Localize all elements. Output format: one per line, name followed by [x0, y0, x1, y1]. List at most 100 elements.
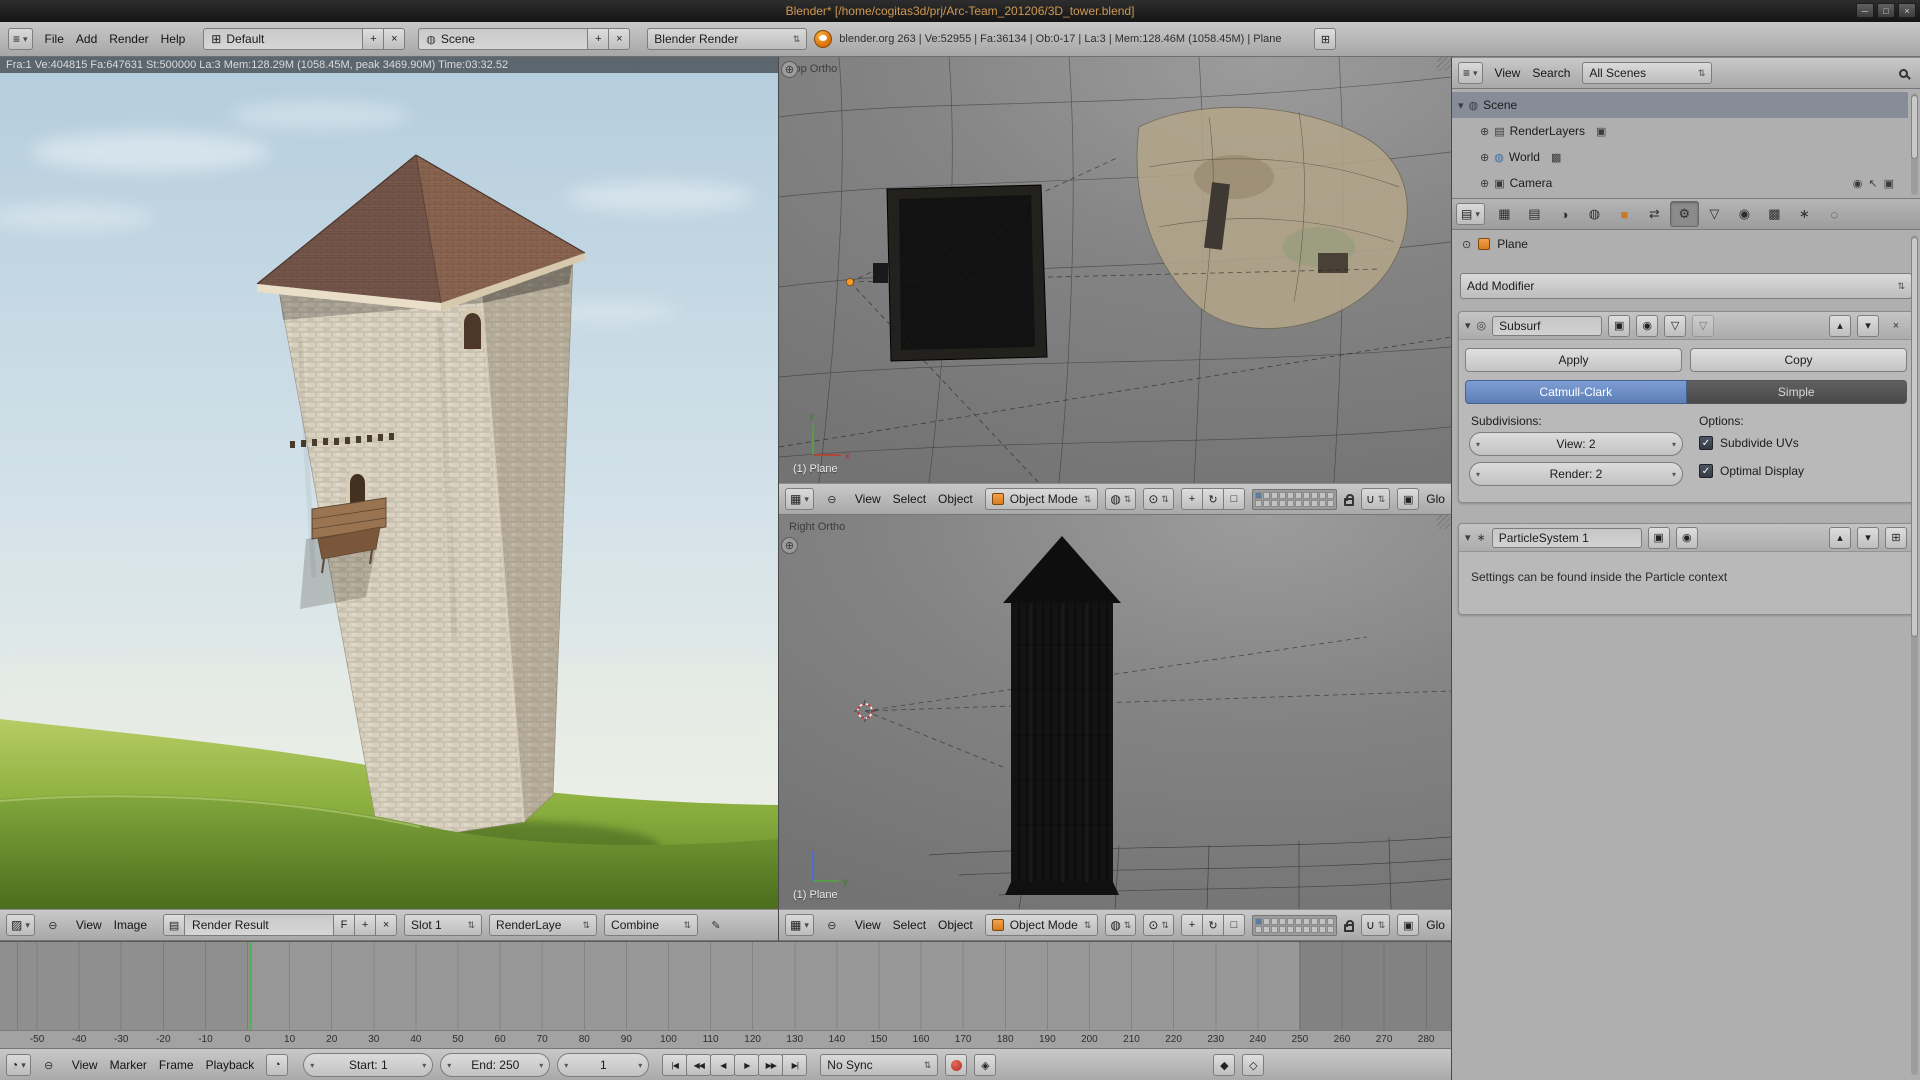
- cage-display-icon[interactable]: ▽: [1692, 315, 1714, 337]
- render-engine-dropdown[interactable]: Blender Render ⇅: [647, 28, 807, 50]
- optimal-display-option[interactable]: ✓ Optimal Display: [1699, 464, 1804, 478]
- move-modifier-up-icon[interactable]: ▴: [1829, 315, 1851, 337]
- info-menu-item[interactable]: File: [40, 30, 69, 48]
- sync-dropdown[interactable]: No Sync ⇅: [820, 1054, 938, 1076]
- particle-name-field[interactable]: ParticleSystem 1: [1492, 528, 1642, 548]
- delete-keyframe-icon[interactable]: ◇: [1242, 1054, 1264, 1076]
- properties-editor-type-button[interactable]: ▤ ▾: [1456, 203, 1485, 225]
- render-pass-dropdown[interactable]: Combine ⇅: [604, 914, 698, 936]
- snap-dropdown[interactable]: ∪ ⇅: [1361, 914, 1390, 936]
- outliner-item-renderlayers[interactable]: ⊕ ▤ RenderLayers ▣: [1452, 118, 1908, 144]
- snap-dropdown[interactable]: ∪ ⇅: [1361, 488, 1390, 510]
- slot-dropdown[interactable]: Slot 1 ⇅: [404, 914, 482, 936]
- subdivide-uvs-checkbox[interactable]: ✓: [1699, 436, 1713, 450]
- modifier-name-field[interactable]: Subsurf: [1492, 316, 1602, 336]
- area-corner-handle[interactable]: [1437, 515, 1451, 529]
- disclosure-icon[interactable]: ▾: [1458, 99, 1464, 112]
- minimize-button[interactable]: ─: [1856, 3, 1874, 18]
- add-scene-button[interactable]: +: [587, 28, 609, 50]
- current-frame-field[interactable]: ▾ 1 ▾: [557, 1053, 649, 1077]
- simple-toggle[interactable]: Simple: [1687, 380, 1908, 404]
- tab-render-icon[interactable]: ▦: [1490, 201, 1519, 227]
- viewport-editor-type-button[interactable]: ▦ ▾: [785, 488, 814, 510]
- image-icon[interactable]: ▣: [1596, 125, 1606, 138]
- expand-icon[interactable]: ▾: [1465, 531, 1471, 544]
- timeline-menu-item[interactable]: Playback: [201, 1056, 260, 1074]
- playback-button[interactable]: ▶|: [782, 1054, 807, 1076]
- manipulator-rotate-icon[interactable]: ↻: [1202, 914, 1224, 936]
- expand-icon[interactable]: ▾: [1465, 319, 1471, 332]
- viewport-canvas-top[interactable]: y x Top Ortho (1) Plane ⊕: [779, 57, 1451, 483]
- pin-icon[interactable]: ⊙: [1462, 238, 1471, 251]
- outliner-scrollbar[interactable]: [1911, 93, 1918, 195]
- delete-scene-button[interactable]: ×: [608, 28, 630, 50]
- fake-user-button[interactable]: F: [333, 914, 355, 936]
- viewport-menu-item[interactable]: Object: [933, 490, 978, 508]
- toolbar-expand-icon[interactable]: ⊕: [781, 537, 798, 554]
- shading-dropdown[interactable]: ◍ ⇅: [1105, 914, 1136, 936]
- delete-modifier-icon[interactable]: ×: [1885, 315, 1907, 337]
- window-layout-icon[interactable]: ⊞: [1314, 28, 1336, 50]
- viewport-visibility-icon[interactable]: ◉: [1636, 315, 1658, 337]
- autokey-record-button[interactable]: [945, 1054, 967, 1076]
- subdivide-uvs-option[interactable]: ✓ Subdivide UVs: [1699, 436, 1799, 450]
- screen-layout-selector[interactable]: ⊞ Default: [203, 28, 363, 50]
- tab-texture-icon[interactable]: ▩: [1760, 201, 1789, 227]
- collapse-menus-icon[interactable]: ⊖: [38, 1054, 60, 1076]
- tab-material-icon[interactable]: ◉: [1730, 201, 1759, 227]
- info-menu-item[interactable]: Help: [156, 30, 191, 48]
- playback-button[interactable]: |◀: [662, 1054, 687, 1076]
- unlink-image-button[interactable]: ×: [375, 914, 397, 936]
- toolbar-expand-icon[interactable]: ⊕: [781, 61, 798, 78]
- delete-layout-button[interactable]: ×: [383, 28, 405, 50]
- subsurf-panel-header[interactable]: ▾ ◎ Subsurf ▣ ◉ ▽ ▽ ▴ ▾ ×: [1459, 312, 1913, 340]
- layers-widget[interactable]: [1252, 489, 1337, 510]
- renderability-camera-icon[interactable]: ▣: [1884, 177, 1894, 190]
- tab-object-icon[interactable]: ■: [1610, 201, 1639, 227]
- expand-icon[interactable]: ⊕: [1480, 125, 1489, 138]
- tab-scene-icon[interactable]: ◑: [1550, 201, 1579, 227]
- tab-constraints-icon[interactable]: ⇄: [1640, 201, 1669, 227]
- outliner-menu-item[interactable]: View: [1490, 64, 1526, 82]
- timeline-menu-item[interactable]: Marker: [105, 1056, 152, 1074]
- collapse-menus-icon[interactable]: ⊖: [42, 914, 64, 936]
- new-image-button[interactable]: +: [354, 914, 376, 936]
- tab-physics-icon[interactable]: ◌: [1820, 201, 1849, 227]
- outliner-scope-dropdown[interactable]: All Scenes ⇅: [1582, 62, 1712, 84]
- properties-scrollbar-thumb[interactable]: [1911, 237, 1918, 637]
- manipulator-scale-icon[interactable]: □: [1223, 488, 1245, 510]
- image-editor-type-button[interactable]: ▨ ▾: [6, 914, 35, 936]
- render-subdivisions-field[interactable]: ▾ Render: 2 ▾: [1469, 462, 1683, 486]
- playback-button[interactable]: ▶: [734, 1054, 759, 1076]
- orientation-dropdown[interactable]: Glo: [1426, 492, 1445, 506]
- properties-scrollbar[interactable]: [1911, 235, 1918, 1075]
- viewport-menu-item[interactable]: View: [850, 490, 886, 508]
- lock-icon[interactable]: [1344, 498, 1354, 506]
- start-frame-field[interactable]: ▾ Start: 1 ▾: [303, 1053, 433, 1077]
- manipulator-translate-icon[interactable]: +: [1181, 488, 1203, 510]
- outliner-scrollbar-thumb[interactable]: [1911, 95, 1918, 159]
- area-corner-handle[interactable]: [1437, 57, 1451, 71]
- render-visibility-icon[interactable]: ▣: [1648, 527, 1670, 549]
- preview-range-clock-icon[interactable]: ◔: [266, 1054, 288, 1076]
- image-editor-menu-item[interactable]: View: [71, 916, 107, 934]
- viewport-menu-item[interactable]: View: [850, 916, 886, 934]
- viewport-editor-type-button[interactable]: ▦ ▾: [785, 914, 814, 936]
- maximize-button[interactable]: □: [1877, 3, 1895, 18]
- add-layout-button[interactable]: +: [362, 28, 384, 50]
- collapse-menus-icon[interactable]: ⊖: [821, 914, 843, 936]
- end-frame-field[interactable]: ▾ End: 250 ▾: [440, 1053, 550, 1077]
- browse-image-icon[interactable]: ▤: [163, 914, 185, 936]
- catmull-clark-toggle[interactable]: Catmull-Clark: [1465, 380, 1687, 404]
- tab-object-data-icon[interactable]: ▽: [1700, 201, 1729, 227]
- manipulator-rotate-icon[interactable]: ↻: [1202, 488, 1224, 510]
- timeline-menu-item[interactable]: Frame: [154, 1056, 199, 1074]
- keying-set-icon[interactable]: ◈: [974, 1054, 996, 1076]
- copy-stack-icon[interactable]: ⊞: [1885, 527, 1907, 549]
- optimal-display-checkbox[interactable]: ✓: [1699, 464, 1713, 478]
- timeline-editor-type-button[interactable]: ◔ ▾: [6, 1054, 31, 1076]
- material-icon[interactable]: ▩: [1551, 151, 1561, 164]
- info-editor-type-button[interactable]: ≡ ▾: [8, 28, 33, 50]
- mode-dropdown[interactable]: Object Mode ⇅: [985, 488, 1099, 510]
- info-menu-item[interactable]: Render: [104, 30, 153, 48]
